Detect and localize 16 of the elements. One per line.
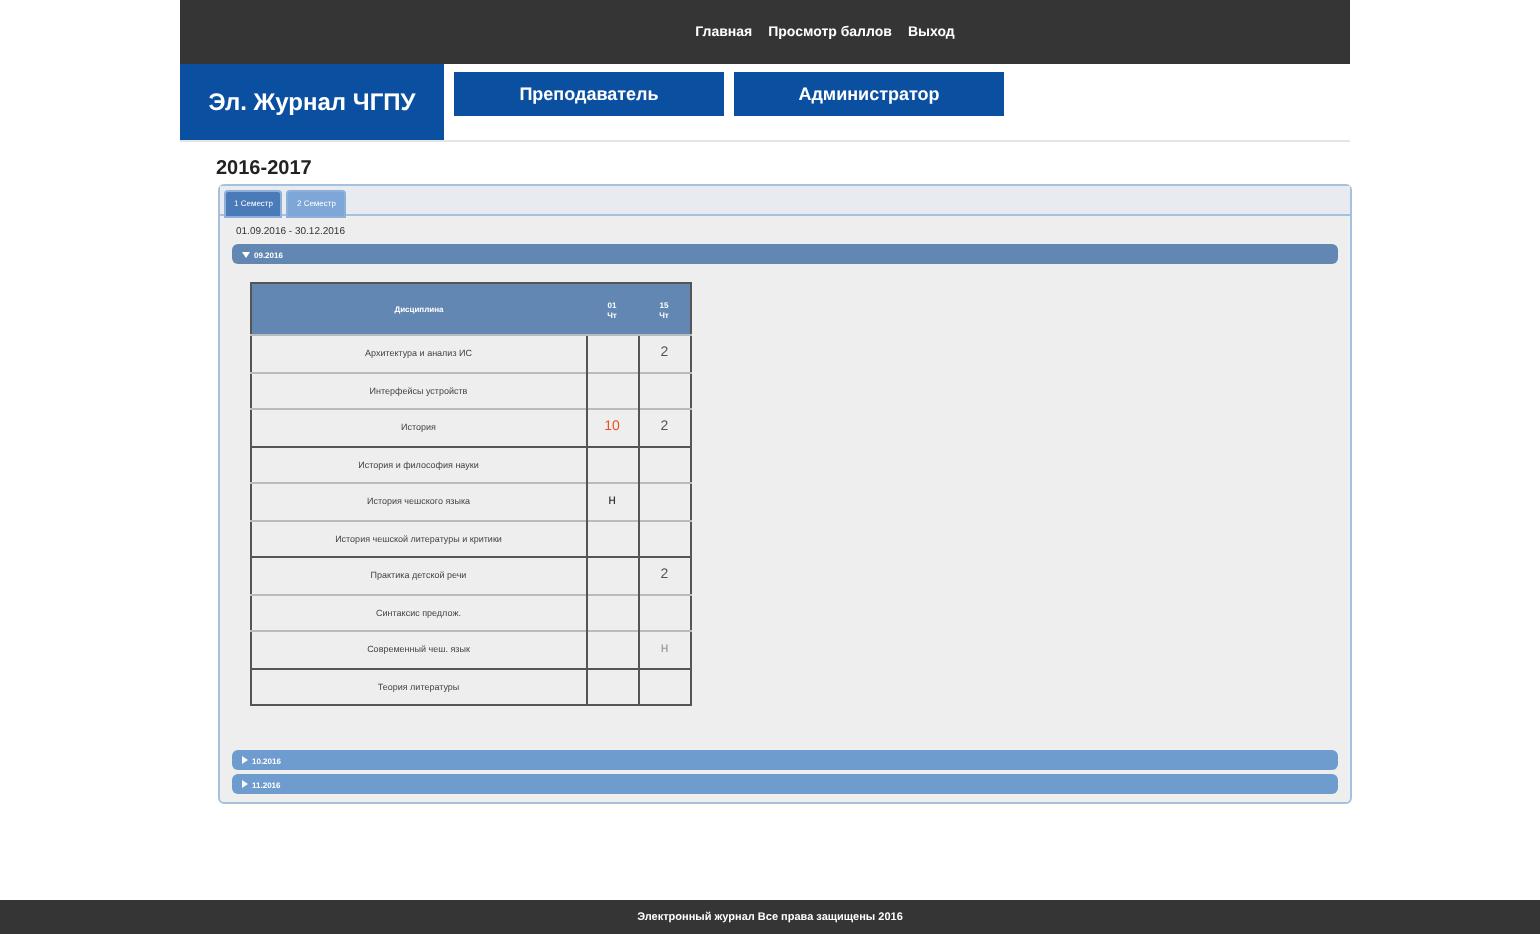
grade-cell[interactable] bbox=[586, 372, 638, 409]
year-heading: 2016-2017 bbox=[216, 158, 314, 180]
grade-cell[interactable] bbox=[586, 335, 638, 372]
triangle-icon bbox=[242, 756, 248, 764]
triangle-icon bbox=[242, 780, 248, 788]
nav-button[interactable]: Преподаватель bbox=[454, 72, 726, 116]
grade-cell[interactable] bbox=[586, 520, 638, 557]
site-logo[interactable]: Эл. Журнал ЧГПУ bbox=[180, 64, 444, 140]
nav-button[interactable]: Администратор bbox=[734, 72, 1006, 116]
grade-cell[interactable] bbox=[638, 520, 691, 557]
triangle-icon bbox=[242, 251, 250, 257]
grade-cell[interactable] bbox=[586, 631, 638, 668]
grade-cell[interactable] bbox=[638, 483, 691, 520]
grade-cell[interactable] bbox=[638, 372, 691, 409]
grade-cell[interactable] bbox=[586, 594, 638, 631]
grade-cell[interactable] bbox=[638, 594, 691, 631]
